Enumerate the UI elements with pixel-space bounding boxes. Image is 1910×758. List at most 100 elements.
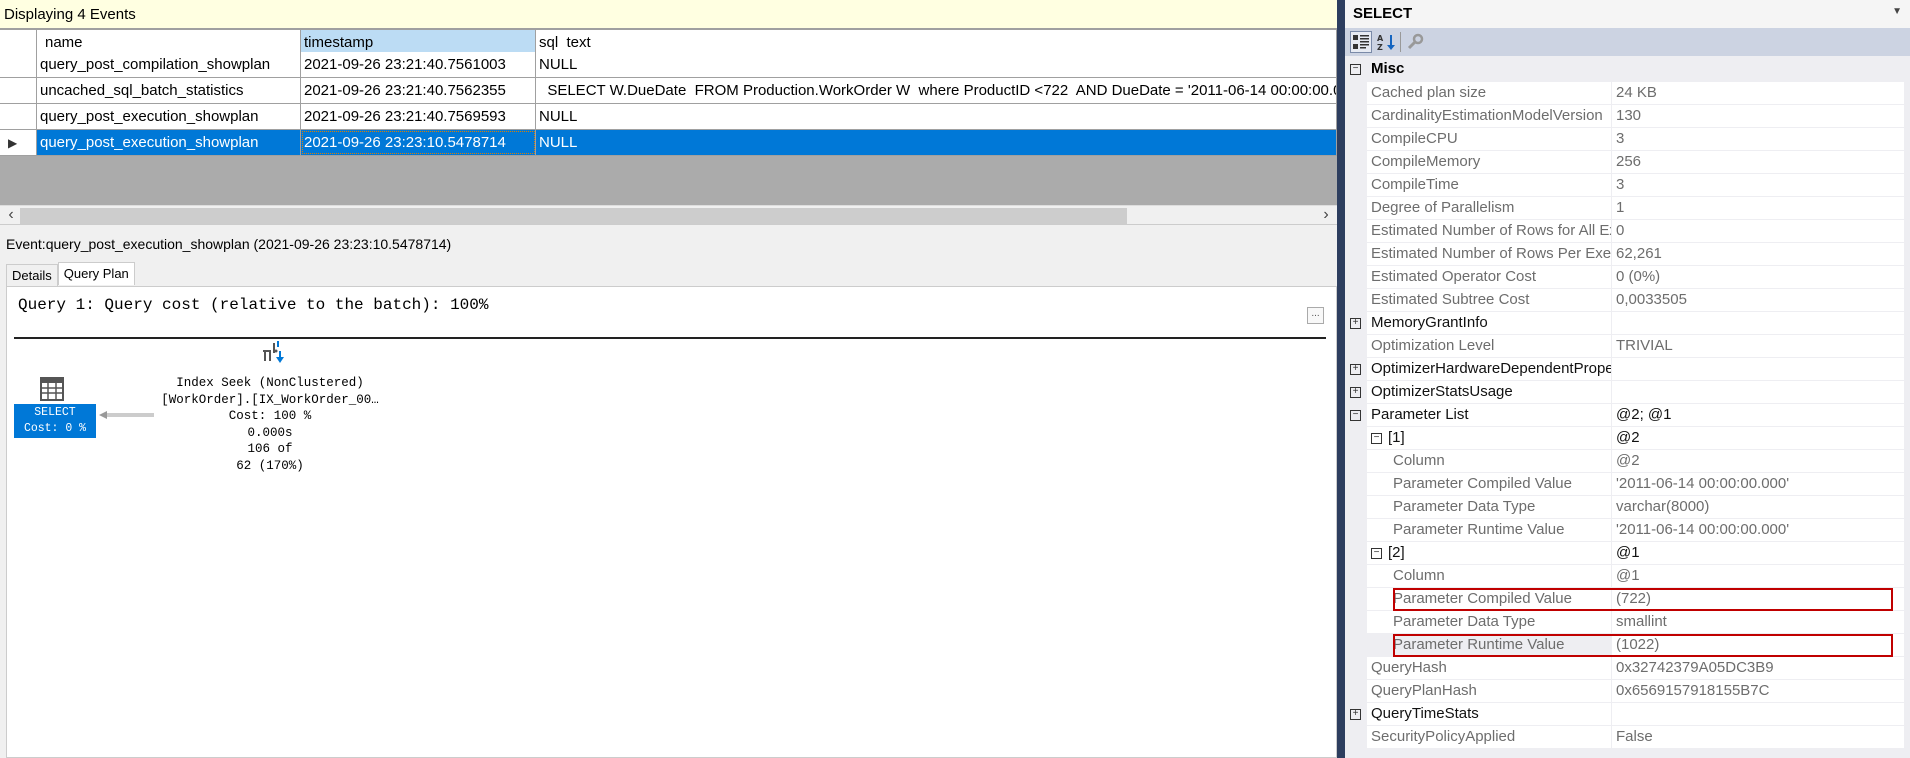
- category-misc[interactable]: − Misc: [1345, 58, 1910, 81]
- select-operator-icon[interactable]: [40, 377, 64, 406]
- property-pages-wrench-icon[interactable]: [1404, 31, 1426, 53]
- property-value[interactable]: [1612, 312, 1904, 335]
- row-header[interactable]: [0, 52, 37, 77]
- property-row[interactable]: Parameter Runtime Value (1022): [1345, 634, 1910, 657]
- more-button[interactable]: ...: [1307, 307, 1324, 324]
- property-row[interactable]: QueryPlanHash 0x6569157918155B7C: [1345, 680, 1910, 703]
- property-value[interactable]: [1612, 381, 1904, 404]
- collapse-icon[interactable]: −: [1350, 410, 1361, 421]
- property-value[interactable]: smallint: [1612, 611, 1904, 634]
- property-row[interactable]: Column @2: [1345, 450, 1910, 473]
- property-value[interactable]: 0: [1612, 220, 1904, 243]
- select-operator-node[interactable]: SELECT Cost: 0 %: [14, 404, 96, 438]
- property-value[interactable]: varchar(8000): [1612, 496, 1904, 519]
- property-value[interactable]: 0,0033505: [1612, 289, 1904, 312]
- property-row[interactable]: Degree of Parallelism 1: [1345, 197, 1910, 220]
- property-value[interactable]: '2011-06-14 00:00:00.000': [1612, 519, 1904, 542]
- property-value[interactable]: 3: [1612, 174, 1904, 197]
- row-header[interactable]: [0, 78, 37, 103]
- property-row[interactable]: Parameter Data Type smallint: [1345, 611, 1910, 634]
- property-value[interactable]: '2011-06-14 00:00:00.000': [1612, 473, 1904, 496]
- property-row[interactable]: Parameter Runtime Value '2011-06-14 00:0…: [1345, 519, 1910, 542]
- property-value[interactable]: 130: [1612, 105, 1904, 128]
- property-row[interactable]: Parameter Compiled Value (722): [1345, 588, 1910, 611]
- expand-icon[interactable]: +: [1350, 364, 1361, 375]
- property-value[interactable]: @2: [1612, 427, 1904, 450]
- divider: [14, 337, 1326, 339]
- property-row[interactable]: Optimization Level TRIVIAL: [1345, 335, 1910, 358]
- property-value[interactable]: 24 KB: [1612, 82, 1904, 105]
- cell-timestamp: 2021-09-26 23:23:10.5478714: [301, 130, 536, 155]
- expand-icon[interactable]: +: [1350, 387, 1361, 398]
- property-row[interactable]: Column @1: [1345, 565, 1910, 588]
- table-row[interactable]: ▶ query_post_execution_showplan 2021-09-…: [0, 130, 1337, 156]
- table-row[interactable]: query_post_execution_showplan 2021-09-26…: [0, 104, 1337, 130]
- row-header[interactable]: ▶: [0, 130, 37, 155]
- property-row[interactable]: − [2] @1: [1345, 542, 1910, 565]
- property-row[interactable]: Parameter Compiled Value '2011-06-14 00:…: [1345, 473, 1910, 496]
- property-value[interactable]: 0x32742379A05DC3B9: [1612, 657, 1904, 680]
- property-value[interactable]: 62,261: [1612, 243, 1904, 266]
- expand-icon[interactable]: +: [1350, 709, 1361, 720]
- property-row[interactable]: QueryHash 0x32742379A05DC3B9: [1345, 657, 1910, 680]
- property-value[interactable]: (1022): [1612, 634, 1904, 657]
- property-value[interactable]: @1: [1612, 565, 1904, 588]
- property-row[interactable]: + OptimizerHardwareDependentProperties: [1345, 358, 1910, 381]
- property-row[interactable]: Estimated Subtree Cost 0,0033505: [1345, 289, 1910, 312]
- property-row[interactable]: SecurityPolicyApplied False: [1345, 726, 1910, 749]
- properties-object-selector[interactable]: SELECT ▼: [1345, 0, 1910, 28]
- property-value[interactable]: [1612, 703, 1904, 726]
- property-value[interactable]: (722): [1612, 588, 1904, 611]
- property-value[interactable]: 0 (0%): [1612, 266, 1904, 289]
- property-value[interactable]: @2: [1612, 450, 1904, 473]
- index-seek-node[interactable]: Index Seek (NonClustered) [WorkOrder].[I…: [135, 375, 405, 474]
- property-row[interactable]: CompileMemory 256: [1345, 151, 1910, 174]
- property-value[interactable]: [1612, 358, 1904, 381]
- scroll-right-icon[interactable]: ›: [1317, 206, 1335, 224]
- categorized-icon[interactable]: [1350, 31, 1372, 53]
- collapse-icon[interactable]: −: [1350, 64, 1361, 75]
- property-row[interactable]: CompileTime 3: [1345, 174, 1910, 197]
- chevron-down-icon[interactable]: ▼: [1892, 6, 1902, 17]
- tab-details[interactable]: Details: [6, 264, 58, 286]
- property-value[interactable]: 1: [1612, 197, 1904, 220]
- property-row[interactable]: Parameter Data Type varchar(8000): [1345, 496, 1910, 519]
- toolbar-separator: [1400, 32, 1401, 52]
- property-name: Cached plan size: [1371, 84, 1487, 101]
- tab-query-plan[interactable]: Query Plan: [57, 262, 135, 285]
- expand-icon[interactable]: +: [1350, 318, 1361, 329]
- property-value[interactable]: 256: [1612, 151, 1904, 174]
- table-row[interactable]: uncached_sql_batch_statistics 2021-09-26…: [0, 78, 1337, 104]
- property-row[interactable]: Cached plan size 24 KB: [1345, 82, 1910, 105]
- property-row[interactable]: CompileCPU 3: [1345, 128, 1910, 151]
- property-row[interactable]: + OptimizerStatsUsage: [1345, 381, 1910, 404]
- property-row[interactable]: + QueryTimeStats: [1345, 703, 1910, 726]
- property-name: Parameter List: [1371, 406, 1469, 423]
- property-name: QueryPlanHash: [1371, 682, 1477, 699]
- property-row[interactable]: − [1] @2: [1345, 427, 1910, 450]
- property-row[interactable]: Estimated Number of Rows for All Executi…: [1345, 220, 1910, 243]
- index-seek-icon[interactable]: [260, 339, 286, 370]
- row-header[interactable]: [0, 104, 37, 129]
- property-value[interactable]: 3: [1612, 128, 1904, 151]
- property-row[interactable]: Estimated Operator Cost 0 (0%): [1345, 266, 1910, 289]
- sort-alphabetical-icon[interactable]: AZ: [1375, 31, 1397, 53]
- scrollbar-thumb[interactable]: [20, 208, 1127, 224]
- property-name: Estimated Subtree Cost: [1371, 291, 1530, 308]
- pane-splitter[interactable]: [1337, 0, 1345, 758]
- property-row[interactable]: + MemoryGrantInfo: [1345, 312, 1910, 335]
- collapse-icon[interactable]: −: [1371, 432, 1382, 444]
- collapse-icon[interactable]: −: [1371, 547, 1382, 559]
- property-row[interactable]: − Parameter List @2; @1: [1345, 404, 1910, 427]
- property-value[interactable]: @1: [1612, 542, 1904, 565]
- svg-text:Z: Z: [1377, 43, 1383, 52]
- property-row[interactable]: Estimated Number of Rows Per Execution 6…: [1345, 243, 1910, 266]
- property-value[interactable]: @2; @1: [1612, 404, 1904, 427]
- table-row[interactable]: query_post_compilation_showplan 2021-09-…: [0, 52, 1337, 78]
- grid-horizontal-scrollbar[interactable]: ‹ ›: [0, 205, 1337, 225]
- property-value[interactable]: False: [1612, 726, 1904, 749]
- property-value[interactable]: 0x6569157918155B7C: [1612, 680, 1904, 703]
- property-row[interactable]: CardinalityEstimationModelVersion 130: [1345, 105, 1910, 128]
- property-value[interactable]: TRIVIAL: [1612, 335, 1904, 358]
- scroll-left-icon[interactable]: ‹: [2, 206, 20, 224]
